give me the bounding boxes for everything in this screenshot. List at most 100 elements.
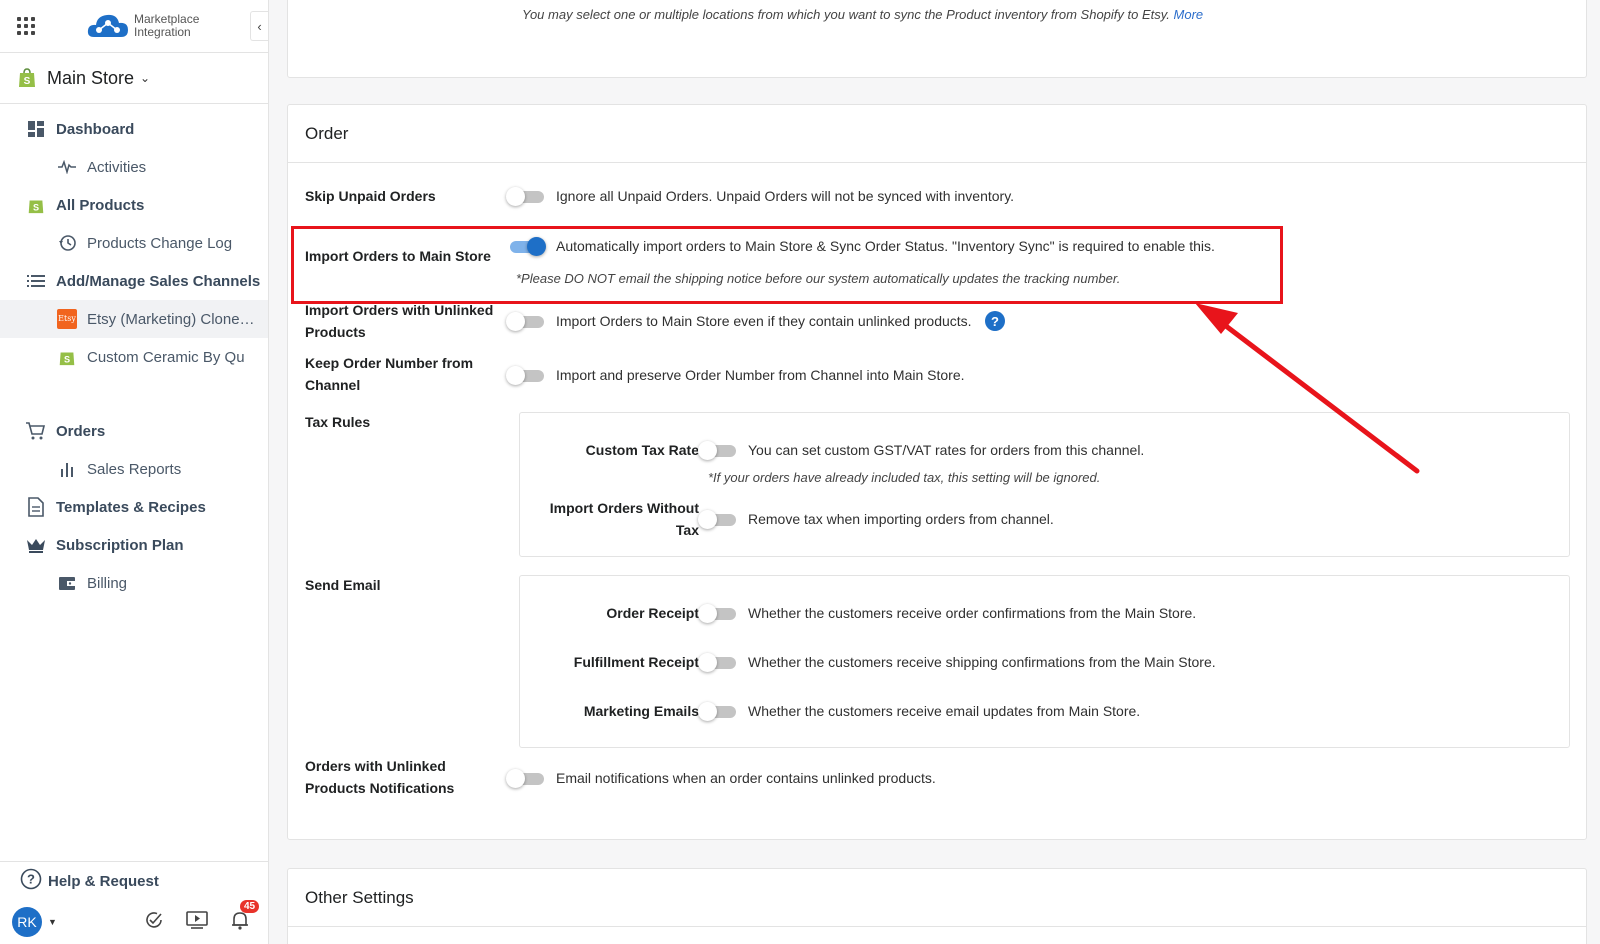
sidebar-item-label: Products Change Log [87,234,233,252]
locations-note: You may select one or multiple locations… [522,7,1203,22]
sidebar-item-dashboard[interactable]: Dashboard [0,110,268,148]
sidebar-item-label: Sales Reports [87,460,182,478]
etsy-badge-text: Etsy [57,309,77,329]
sidebar-item-etsy-channel[interactable]: Etsy Etsy (Marketing) Clone… [0,300,268,338]
chevron-left-icon: ‹ [257,18,262,34]
sub-setting-desc: Whether the customers receive order conf… [748,605,1197,621]
help-circle-icon[interactable]: ? [985,311,1005,331]
sidebar-item-custom-ceramic[interactable]: S Custom Ceramic By Qu [0,338,268,376]
custom-tax-rate-toggle[interactable] [698,441,738,460]
dashboard-icon [26,119,46,139]
sub-setting-label: Custom Tax Rate [585,442,699,458]
logo-line2: Integration [134,25,191,39]
more-link[interactable]: More [1174,7,1204,22]
sidebar-item-label: Orders [56,422,106,440]
setting-label: Keep Order Number from Channel [305,355,474,393]
unlinked-products-toggle[interactable] [506,312,546,331]
unlinked-notifications-toggle[interactable] [506,769,546,788]
sidebar-item-label: Etsy (Marketing) Clone… [87,310,255,328]
sidebar-item-subscription[interactable]: Subscription Plan [0,526,268,564]
sidebar: Marketplace Integration ‹ S Main Store ⌄… [0,0,269,944]
question-circle-icon: ? [20,868,42,894]
sidebar-item-label: Custom Ceramic By Qu [87,348,245,366]
svg-text:S: S [24,76,31,87]
sidebar-item-label: Activities [87,158,147,176]
bell-icon [232,912,248,930]
notifications[interactable]: 45 [230,900,260,935]
shopify-bag-icon: S [26,195,46,215]
shopify-bag-icon: S [19,68,35,87]
avatar[interactable]: RK [12,907,42,937]
bar-chart-icon [57,459,77,479]
sidebar-item-products-change-log[interactable]: Products Change Log [0,224,268,262]
skip-unpaid-toggle[interactable] [506,187,546,206]
sub-setting-desc: Remove tax when importing orders from ch… [748,511,1054,527]
app-logo[interactable]: Marketplace Integration [86,11,199,41]
nav-spacer [0,376,268,412]
store-name: Main Store [47,67,135,88]
other-settings-title: Other Settings [288,869,1586,927]
setting-label: Orders with Unlinked Products Notificati… [305,758,455,796]
highlight-box [291,226,1283,304]
wallet-icon [57,573,77,593]
setting-label: Import Orders with Unlinked Products [305,302,494,340]
check-circle-icon[interactable] [144,910,164,935]
shopify-bag-icon: S [57,347,77,367]
sidebar-item-sales-channels[interactable]: Add/Manage Sales Channels [0,262,268,300]
video-screen-icon[interactable] [186,910,208,935]
sub-setting-label: Marketing Emails [583,703,699,719]
chevron-down-icon: ⌄ [140,71,151,85]
sidebar-item-label: Add/Manage Sales Channels [56,272,261,290]
activity-icon [57,157,77,177]
keep-order-number-toggle[interactable] [506,366,546,385]
etsy-icon: Etsy [57,309,77,329]
document-icon [26,497,46,517]
logo-text: Marketplace Integration [134,13,199,39]
send-email-box: Order Receipt Whether the customers rece… [519,575,1570,748]
sidebar-item-label: Dashboard [56,120,135,138]
sub-setting-desc: You can set custom GST/VAT rates for ord… [748,442,1145,458]
send-email-label: Send Email [305,577,381,593]
sidebar-item-billing[interactable]: Billing [0,564,268,602]
sidebar-item-orders[interactable]: Orders [0,412,268,450]
user-actions: 45 [144,900,260,935]
sub-setting-desc: Whether the customers receive email upda… [748,703,1141,719]
locations-card: You may select one or multiple locations… [287,0,1587,78]
sidebar-footer: ? Help & Request RK ▼ 45 [0,861,268,944]
sub-setting-label: Fulfillment Receipt [573,654,699,670]
sidebar-item-all-products[interactable]: S All Products [0,186,268,224]
tax-rules-box: Custom Tax Rate You can set custom GST/V… [519,412,1570,557]
user-bar: RK ▼ 45 [0,900,268,944]
marketing-emails-toggle[interactable] [698,702,738,721]
order-receipt-toggle[interactable] [698,604,738,623]
collapse-sidebar-button[interactable]: ‹ [250,11,268,41]
svg-text:S: S [33,202,39,212]
sidebar-item-activities[interactable]: Activities [0,148,268,186]
sidebar-item-templates[interactable]: Templates & Recipes [0,488,268,526]
sidebar-header: Marketplace Integration ‹ [0,0,268,53]
sidebar-item-label: All Products [56,196,145,214]
cloud-logo-icon [87,14,128,37]
sub-setting-desc: Whether the customers receive shipping c… [748,654,1216,670]
tax-rules-label: Tax Rules [305,414,371,430]
cart-icon [26,421,46,441]
help-label: Help & Request [48,872,159,890]
svg-text:S: S [64,354,70,364]
sidebar-item-sales-reports[interactable]: Sales Reports [0,450,268,488]
list-icon [26,271,46,291]
other-settings-card: Other Settings [287,868,1587,944]
help-request-link[interactable]: ? Help & Request [0,862,268,900]
app-grid-icon[interactable] [17,17,35,35]
sidebar-item-label: Templates & Recipes [56,498,206,516]
locations-note-text: You may select one or multiple locations… [522,7,1170,22]
sidebar-item-label: Billing [87,574,128,592]
history-icon [57,233,77,253]
import-without-tax-toggle[interactable] [698,510,738,529]
svg-text:?: ? [27,872,35,887]
order-card: Order Skip Unpaid Orders Ignore all Unpa… [287,104,1587,840]
caret-down-icon[interactable]: ▼ [48,917,57,927]
sub-setting-hint: *If your orders have already included ta… [708,470,1101,485]
fulfillment-receipt-toggle[interactable] [698,653,738,672]
store-selector[interactable]: S Main Store ⌄ [0,53,268,104]
setting-desc: Email notifications when an order contai… [556,770,936,786]
